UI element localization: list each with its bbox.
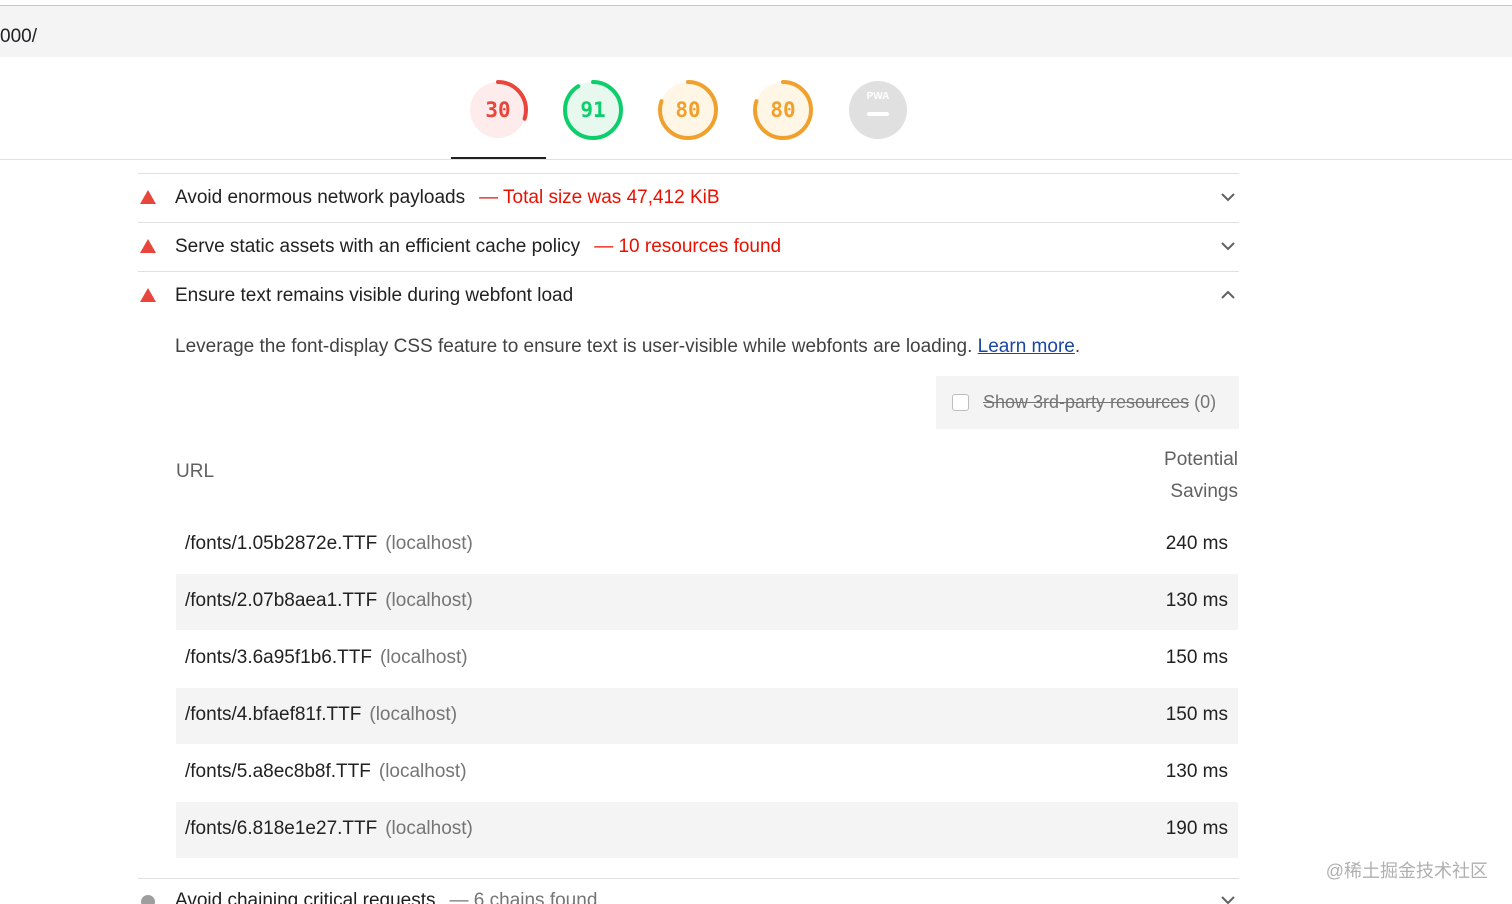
gauge-pwa[interactable]: PWA [847,79,909,141]
audit-display-value: — 6 chains found [449,890,598,904]
table-row: /fonts/5.a8ec8b8f.TTF (localhost) 130 ms [176,745,1238,801]
table-row: /fonts/3.6a95f1b6.TTF (localhost) 150 ms [176,631,1238,687]
savings-header-line-1: Potential [1164,449,1238,470]
row-savings: 130 ms [1165,590,1228,611]
row-host: (localhost) [385,590,473,611]
audit-title: Avoid chaining critical requests [175,890,436,904]
gauge-best-practices[interactable]: 80 [657,79,719,141]
third-party-label: Show 3rd-party resources [983,392,1190,412]
column-header-url: URL [176,461,215,482]
watermark: @稀土掘金技术社区 [1325,861,1488,881]
url-text[interactable]: 000/ [0,26,37,48]
row-url: /fonts/6.818e1e27.TTF [185,818,378,839]
row-host: (localhost) [379,647,468,668]
row-savings: 150 ms [1165,704,1228,725]
chevron-down-icon[interactable] [1219,891,1237,904]
chevron-down-icon[interactable] [1219,188,1237,206]
audit-title: Serve static assets with an efficient ca… [175,236,581,257]
pwa-dash-icon [867,112,889,116]
audit-title: Avoid enormous network payloads [175,187,466,208]
third-party-filter[interactable]: Show 3rd-party resources (0) [936,376,1239,429]
row-url: /fonts/3.6a95f1b6.TTF [185,647,372,668]
audit-cache-policy[interactable]: Serve static assets with an efficient ca… [138,222,1239,271]
gauge-score: 30 [485,98,511,122]
pwa-label: PWA [866,91,890,102]
audit-display-value: — Total size was 47,412 KiB [479,187,720,208]
description-text: Leverage the font-display CSS feature to… [175,336,973,357]
third-party-count: (0) [1194,392,1217,412]
fail-triangle-icon [140,239,156,253]
chevron-up-icon[interactable] [1219,286,1237,304]
row-url: /fonts/4.bfaef81f.TTF [185,704,362,725]
table-row: /fonts/1.05b2872e.TTF (localhost) 240 ms [176,517,1238,573]
table-row: /fonts/6.818e1e27.TTF (localhost) 190 ms [176,802,1238,858]
row-host: (localhost) [378,761,467,782]
row-savings: 130 ms [1165,761,1228,782]
row-host: (localhost) [369,704,458,725]
audit-font-display[interactable]: Ensure text remains visible during webfo… [138,271,1239,320]
audit-network-payloads[interactable]: Avoid enormous network payloads — Total s… [138,173,1239,222]
address-bar[interactable]: 000/ [0,6,1512,57]
table-row: /fonts/4.bfaef81f.TTF (localhost) 150 ms [176,688,1238,744]
audit-display-value: — 10 resources found [594,236,782,257]
category-gauges: 30 91 80 80 PWA [0,57,1512,160]
gauge-score: 80 [675,98,701,122]
row-url: /fonts/5.a8ec8b8f.TTF [185,761,371,782]
row-savings: 240 ms [1165,533,1228,554]
fail-triangle-icon [140,190,156,204]
table-row: /fonts/2.07b8aea1.TTF (localhost) 130 ms [176,574,1238,630]
third-party-checkbox[interactable] [952,394,969,411]
audit-title: Ensure text remains visible during webfo… [175,285,574,306]
audit-description: Leverage the font-display CSS feature to… [175,336,1081,357]
row-url: /fonts/2.07b8aea1.TTF [185,590,378,611]
row-host: (localhost) [385,533,473,554]
savings-header-line-2: Savings [1170,481,1238,502]
active-tab-indicator [451,157,546,159]
gauge-performance[interactable]: 30 [467,79,529,141]
gauge-accessibility[interactable]: 91 [562,79,624,141]
gauge-score: 80 [770,98,796,122]
row-savings: 190 ms [1165,818,1228,839]
pwa-badge-icon [849,81,907,139]
audit-critical-chains[interactable]: Avoid chaining critical requests — 6 chai… [138,878,1239,904]
row-savings: 150 ms [1165,647,1228,668]
row-host: (localhost) [385,818,473,839]
row-url: /fonts/1.05b2872e.TTF [185,533,378,554]
learn-more-link[interactable]: Learn more [978,336,1075,357]
fail-triangle-icon [140,288,156,302]
chevron-down-icon[interactable] [1219,237,1237,255]
gauge-seo[interactable]: 80 [752,79,814,141]
gauge-score: 91 [580,98,606,122]
column-header-savings: Potential Savings [1100,444,1238,508]
